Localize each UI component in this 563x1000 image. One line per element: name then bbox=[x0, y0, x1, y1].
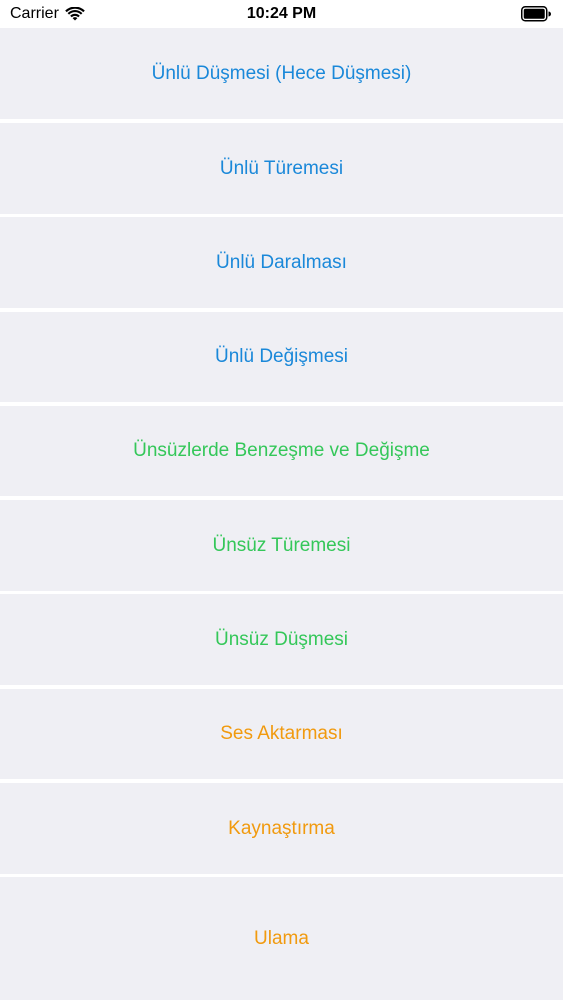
menu-item-label: Ünlü Daralması bbox=[216, 251, 347, 273]
menu-item-unsuz-dusmesi[interactable]: Ünsüz Düşmesi bbox=[0, 594, 563, 685]
menu-item-label: Ünsüzlerde Benzeşme ve Değişme bbox=[133, 440, 430, 461]
menu-item-unsuzlerde-benzesme[interactable]: Ünsüzlerde Benzeşme ve Değişme bbox=[0, 406, 563, 496]
menu-item-label: Ünlü Düşmesi (Hece Düşmesi) bbox=[151, 62, 412, 84]
menu-item-label: Ünlü Değişmesi bbox=[214, 346, 349, 367]
menu-item-ses-aktarmasi[interactable]: Ses Aktarması bbox=[0, 689, 563, 779]
menu-item-unlu-turemesi[interactable]: Ünlü Türemesi bbox=[0, 123, 563, 214]
menu-item-label: Ünsüz Düşmesi bbox=[214, 628, 349, 650]
menu-item-label: Ulama bbox=[254, 927, 309, 949]
menu-item-label: Ses Aktarması bbox=[220, 723, 343, 744]
battery-icon bbox=[521, 6, 551, 22]
menu-item-label: Ünsüz Türemesi bbox=[212, 534, 351, 556]
menu-item-unsuz-turemesi[interactable]: Ünsüz Türemesi bbox=[0, 500, 563, 591]
menu-item-unlu-daralmasi[interactable]: Ünlü Daralması bbox=[0, 217, 563, 308]
menu-list: Ünlü Düşmesi (Hece Düşmesi) Ünlü Türemes… bbox=[0, 28, 563, 1000]
menu-item-label: Kaynaştırma bbox=[228, 817, 335, 839]
menu-item-unlu-degismesi[interactable]: Ünlü Değişmesi bbox=[0, 312, 563, 402]
menu-item-label: Ünlü Türemesi bbox=[219, 157, 344, 179]
status-time: 10:24 PM bbox=[246, 5, 317, 22]
status-bar: Carrier 10:24 PM bbox=[0, 0, 563, 28]
menu-item-ulama[interactable]: Ulama bbox=[0, 877, 563, 1000]
menu-item-unlu-dusmesi[interactable]: Ünlü Düşmesi (Hece Düşmesi) bbox=[0, 28, 563, 119]
menu-item-kaynastirma[interactable]: Kaynaştırma bbox=[0, 783, 563, 874]
